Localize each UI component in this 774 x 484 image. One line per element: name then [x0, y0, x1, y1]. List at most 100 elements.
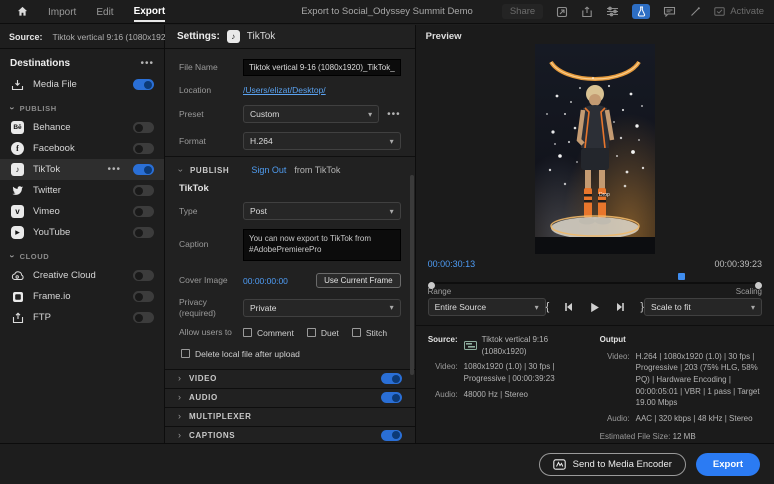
tab-edit[interactable]: Edit	[96, 3, 113, 21]
destination-vimeo[interactable]: v Vimeo	[0, 201, 164, 222]
location-link[interactable]: /Users/elizat/Desktop/	[243, 85, 326, 95]
sign-out-link[interactable]: Sign Out	[251, 165, 286, 175]
step-back-icon[interactable]	[564, 302, 574, 312]
set-in-point-button[interactable]: {	[546, 301, 550, 313]
allow-users-label: Allow users to	[179, 327, 243, 338]
preset-more-icon[interactable]: •••	[387, 109, 401, 120]
publish-section-header[interactable]: › PUBLISH Sign Out from TikTok	[165, 157, 415, 181]
destinations-header: Destinations •••	[0, 49, 164, 74]
destinations-more-icon[interactable]: •••	[140, 58, 154, 69]
video-section[interactable]: › VIDEO	[165, 369, 415, 388]
feedback-icon[interactable]	[663, 6, 676, 17]
video-overlay-text: Drop	[599, 192, 610, 198]
type-select[interactable]: Post▾	[243, 202, 401, 220]
creative-cloud-icon	[10, 268, 25, 283]
output-video-value: H.264 | 1080x1920 (1.0) | 30 fps | Progr…	[636, 351, 766, 409]
workspace-settings-icon[interactable]	[606, 6, 619, 17]
media-file-toggle[interactable]	[133, 79, 154, 90]
vimeo-toggle[interactable]	[133, 206, 154, 217]
tiktok-more-icon[interactable]: •••	[107, 164, 121, 175]
output-title: Output	[600, 334, 766, 346]
cloud-group-header[interactable]: › CLOUD	[0, 243, 164, 265]
video-toggle[interactable]	[381, 373, 402, 384]
allow-comment-option[interactable]: Comment	[243, 328, 294, 338]
range-in-handle[interactable]	[428, 282, 435, 289]
facebook-label: Facebook	[33, 143, 75, 154]
current-timecode[interactable]: 00:00:30:13	[428, 259, 476, 269]
youtube-label: YouTube	[33, 227, 70, 238]
chevron-down-icon: ▾	[390, 303, 394, 312]
destination-behance[interactable]: Bē Behance	[0, 117, 164, 138]
frameio-toggle[interactable]	[133, 291, 154, 302]
duration-timecode: 00:00:39:23	[714, 259, 762, 269]
home-icon[interactable]	[10, 6, 34, 17]
chevron-down-icon: ▾	[751, 303, 755, 312]
audio-section[interactable]: › AUDIO	[165, 388, 415, 407]
captions-toggle[interactable]	[381, 430, 402, 441]
chevron-down-icon: ›	[176, 169, 185, 172]
tab-export[interactable]: Export	[134, 2, 166, 22]
tiktok-toggle[interactable]	[133, 164, 154, 175]
twitter-label: Twitter	[33, 185, 61, 196]
creative-cloud-label: Creative Cloud	[33, 270, 96, 281]
output-video-label: Video:	[600, 351, 630, 409]
range-select[interactable]: Entire Source▾	[428, 298, 546, 316]
audio-toggle[interactable]	[381, 392, 402, 403]
cloud-group-label: CLOUD	[20, 252, 50, 261]
preset-select[interactable]: Custom▾	[243, 105, 379, 123]
settings-scrollbar[interactable]	[410, 175, 414, 375]
pen-tool-icon[interactable]	[689, 6, 701, 18]
use-current-frame-button[interactable]: Use Current Frame	[316, 273, 400, 288]
preview-timeline-ruler[interactable]	[428, 274, 762, 278]
media-file-icon	[10, 77, 25, 92]
youtube-toggle[interactable]	[133, 227, 154, 238]
format-select[interactable]: H.264▾	[243, 132, 401, 150]
twitter-toggle[interactable]	[133, 185, 154, 196]
cover-image-timecode[interactable]: 00:00:00:00	[243, 276, 288, 286]
delete-local-file-option[interactable]: Delete local file after upload	[181, 349, 401, 359]
step-forward-icon[interactable]	[615, 302, 625, 312]
chevron-down-icon: ›	[7, 255, 16, 259]
preview-video-frame[interactable]: Drop	[535, 44, 655, 254]
ftp-toggle[interactable]	[133, 312, 154, 323]
allow-stitch-option[interactable]: Stitch	[352, 328, 387, 338]
allow-duet-option[interactable]: Duet	[307, 328, 339, 338]
destination-creative-cloud[interactable]: Creative Cloud	[0, 265, 164, 286]
vimeo-icon: v	[10, 204, 25, 219]
playhead-marker[interactable]	[678, 273, 685, 280]
publish-group-header[interactable]: › PUBLISH	[0, 95, 164, 117]
activate-button[interactable]: Activate	[714, 6, 764, 17]
destination-ftp[interactable]: FTP	[0, 307, 164, 328]
share-button[interactable]: Share	[502, 4, 543, 19]
creative-cloud-toggle[interactable]	[133, 270, 154, 281]
quick-export-icon[interactable]	[556, 6, 568, 18]
play-button[interactable]	[589, 302, 600, 313]
beta-labs-icon[interactable]	[632, 4, 650, 19]
range-out-handle[interactable]	[755, 282, 762, 289]
destination-facebook[interactable]: f Facebook	[0, 138, 164, 159]
caption-textarea[interactable]: You can now export to TikTok from #Adobe…	[243, 229, 401, 261]
twitter-icon	[10, 183, 25, 198]
multiplexer-section[interactable]: › MULTIPLEXER	[165, 407, 415, 426]
range-slider[interactable]	[428, 282, 762, 285]
tab-import[interactable]: Import	[48, 3, 76, 21]
share-export-icon[interactable]	[581, 6, 593, 18]
captions-section[interactable]: › CAPTIONS	[165, 426, 415, 443]
privacy-label: Privacy (required)	[179, 297, 243, 318]
file-name-input[interactable]	[243, 59, 401, 76]
destination-tiktok[interactable]: ♪ TikTok •••	[0, 159, 164, 180]
chevron-right-icon: ›	[178, 393, 181, 402]
destination-youtube[interactable]: ▶ YouTube	[0, 222, 164, 243]
destination-frameio[interactable]: Frame.io	[0, 286, 164, 307]
behance-toggle[interactable]	[133, 122, 154, 133]
behance-label: Behance	[33, 122, 71, 133]
scaling-select[interactable]: Scale to fit▾	[644, 298, 762, 316]
send-to-media-encoder-button[interactable]: Send to Media Encoder	[539, 453, 686, 476]
source-row: Source: Tiktok vertical 9:16 (1080x1920)	[0, 25, 164, 49]
destination-twitter[interactable]: Twitter	[0, 180, 164, 201]
export-button[interactable]: Export	[696, 453, 760, 476]
destination-media-file[interactable]: Media File	[0, 74, 164, 95]
privacy-select[interactable]: Private▾	[243, 299, 401, 317]
facebook-toggle[interactable]	[133, 143, 154, 154]
ftp-label: FTP	[33, 312, 51, 323]
